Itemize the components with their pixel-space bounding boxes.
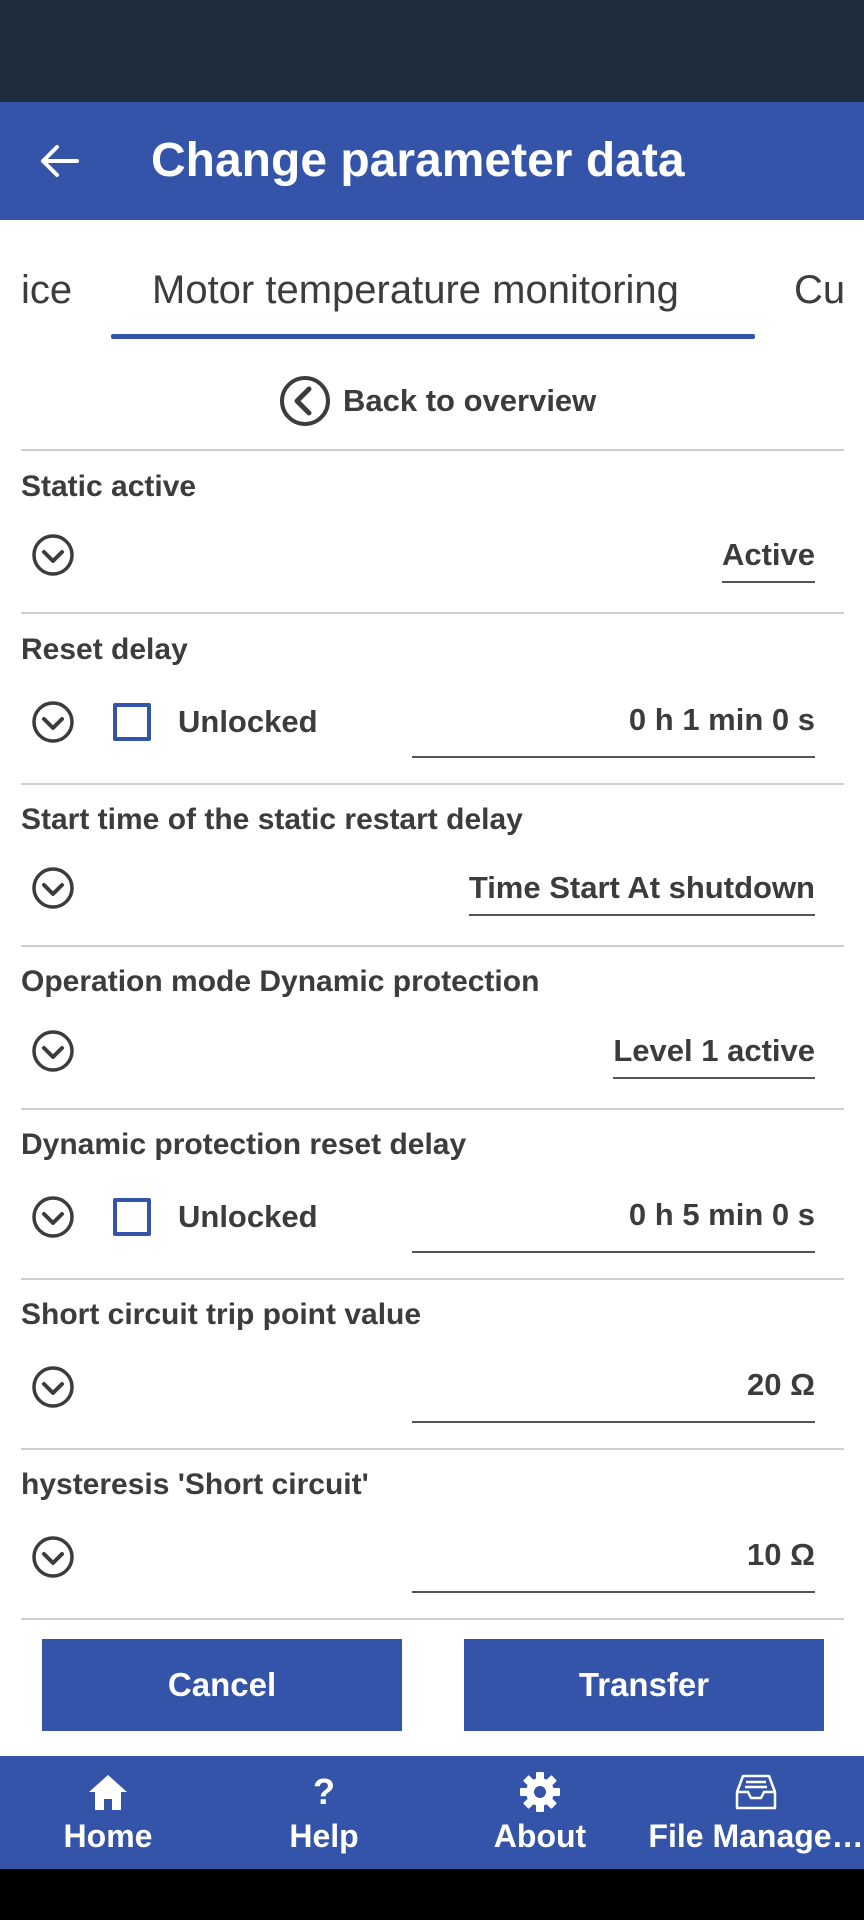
transfer-button[interactable]: Transfer	[464, 1639, 824, 1731]
chevron-down-icon[interactable]	[31, 866, 75, 910]
tab-active-indicator	[111, 334, 755, 339]
divider	[21, 1618, 844, 1620]
hysteresis-input[interactable]: 10 Ω	[412, 1533, 815, 1593]
chevron-down-icon[interactable]	[31, 1365, 75, 1409]
nav-about-label: About	[493, 1818, 587, 1854]
tab-bar: ice Motor temperature monitoring Cu	[0, 220, 864, 344]
param-label-reset-delay: Reset delay	[21, 633, 188, 666]
short-circuit-trip-value: 20 Ω	[747, 1367, 815, 1402]
dynamic-reset-delay-input[interactable]: 0 h 5 min 0 s	[412, 1193, 815, 1253]
divider	[21, 612, 844, 614]
nav-help-label: Help	[289, 1818, 359, 1854]
chevron-down-icon[interactable]	[31, 700, 75, 744]
start-time-select[interactable]: Time Start At shutdown	[468, 870, 815, 916]
nav-file-manager-label: File Manage…	[648, 1818, 864, 1854]
divider	[21, 945, 844, 947]
chevron-down-icon[interactable]	[31, 1195, 75, 1239]
home-icon	[87, 1770, 129, 1814]
dynamic-reset-unlock-checkbox[interactable]	[113, 1198, 151, 1236]
reset-delay-value: 0 h 1 min 0 s	[628, 702, 815, 737]
page-title: Change parameter data	[151, 134, 685, 187]
chevron-down-icon[interactable]	[31, 1535, 75, 1579]
param-label-start-time: Start time of the static restart delay	[21, 803, 523, 836]
tab-motor-temperature-monitoring[interactable]: Motor temperature monitoring	[152, 268, 679, 313]
nav-file-manager[interactable]: File Manage…	[648, 1756, 864, 1869]
divider	[21, 783, 844, 785]
back-to-overview-label: Back to overview	[343, 383, 597, 418]
param-label-dynamic-reset-delay: Dynamic protection reset delay	[21, 1128, 467, 1161]
status-bar	[0, 0, 864, 102]
bottom-nav: Home ? Help About File Manage…	[0, 1756, 864, 1869]
cancel-button[interactable]: Cancel	[42, 1639, 402, 1731]
nav-help[interactable]: ? Help	[216, 1756, 432, 1869]
divider	[21, 1108, 844, 1110]
divider	[21, 1278, 844, 1280]
short-circuit-trip-input[interactable]: 20 Ω	[412, 1363, 815, 1423]
hysteresis-value: 10 Ω	[747, 1537, 815, 1572]
param-label-hysteresis: hysteresis 'Short circuit'	[21, 1468, 369, 1501]
back-to-overview-button[interactable]: Back to overview	[279, 374, 596, 428]
reset-delay-unlock-label: Unlocked	[178, 704, 318, 739]
chevron-down-icon[interactable]	[31, 533, 75, 577]
dynamic-reset-unlock-label: Unlocked	[178, 1199, 318, 1234]
reset-delay-unlock-checkbox[interactable]	[113, 703, 151, 741]
inbox-icon	[733, 1770, 779, 1814]
tab-previous[interactable]: ice	[21, 268, 72, 313]
tab-next[interactable]: Cu	[794, 268, 845, 313]
param-label-short-circuit-trip: Short circuit trip point value	[21, 1298, 422, 1331]
divider	[21, 1448, 844, 1450]
chevron-down-icon[interactable]	[31, 1029, 75, 1073]
operation-mode-select[interactable]: Level 1 active	[613, 1033, 815, 1079]
static-active-select[interactable]: Active	[721, 537, 815, 583]
system-nav-bar	[0, 1869, 864, 1920]
dynamic-reset-delay-value: 0 h 5 min 0 s	[628, 1197, 815, 1232]
nav-home-label: Home	[63, 1818, 153, 1854]
circle-chevron-left-icon	[280, 376, 330, 426]
gear-icon	[519, 1770, 561, 1814]
app-bar: Change parameter data	[0, 102, 864, 220]
nav-about[interactable]: About	[432, 1756, 648, 1869]
param-label-operation-mode: Operation mode Dynamic protection	[21, 965, 540, 998]
help-icon: ?	[313, 1771, 335, 1812]
nav-home[interactable]: Home	[0, 1756, 216, 1869]
divider	[21, 449, 844, 451]
param-label-static-active: Static active	[21, 470, 197, 503]
back-arrow-icon[interactable]	[34, 136, 84, 186]
reset-delay-input[interactable]: 0 h 1 min 0 s	[412, 698, 815, 758]
